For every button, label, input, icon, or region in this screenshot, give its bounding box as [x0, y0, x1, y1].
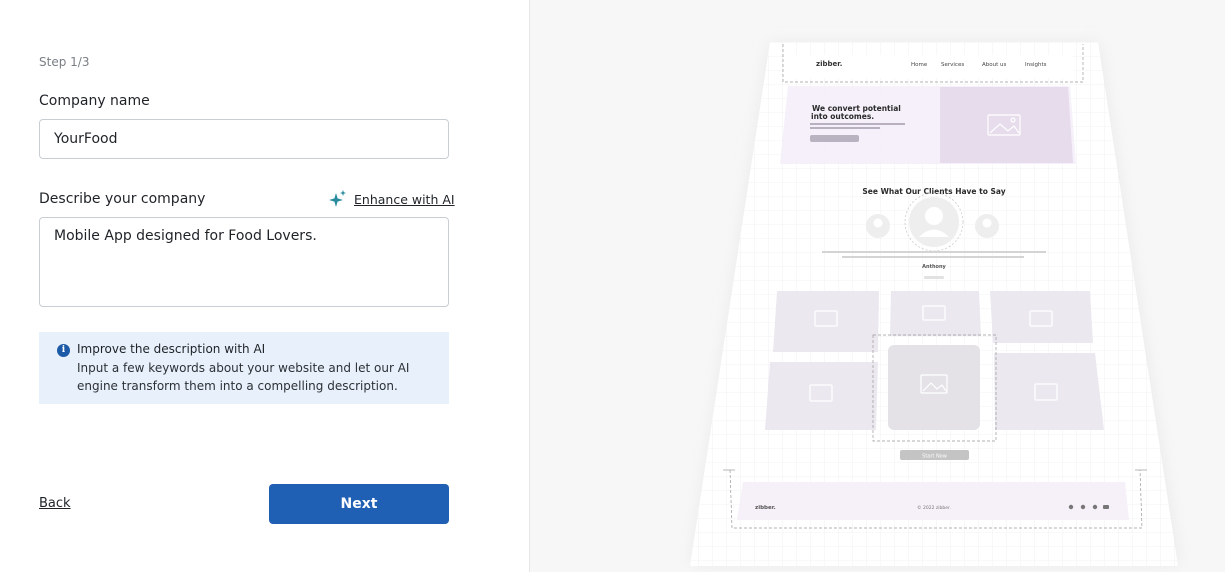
preview-gallery-image-2 — [890, 291, 981, 336]
info-title: Improve the description with AI — [77, 342, 266, 356]
preview-nav-services: Services — [941, 62, 964, 68]
preview-testimonials-title: See What Our Clients Have to Say — [862, 187, 1005, 196]
company-name-label: Company name — [39, 93, 150, 109]
preview-gallery-image-1 — [773, 291, 879, 352]
enhance-with-ai-label: Enhance with AI — [354, 191, 455, 207]
preview-hero-image — [940, 87, 1073, 163]
preview-nav-home: Home — [911, 62, 928, 68]
preview-logo: zibber. — [816, 60, 842, 68]
preview-testimonial-name: Anthony — [922, 264, 946, 270]
svg-text:Start Now: Start Now — [922, 454, 947, 460]
preview-footer-logo: zibber. — [755, 505, 776, 511]
preview-gallery-image-selected — [888, 345, 980, 430]
preview-nav-insights: Insights — [1025, 62, 1047, 68]
enhance-with-ai-link[interactable]: Enhance with AI — [329, 190, 455, 208]
preview-nav-about: About us — [982, 62, 1006, 68]
website-preview-panel: zibber. Home Services About us Insights … — [530, 0, 1225, 572]
describe-company-label: Describe your company — [39, 191, 206, 207]
info-body: Input a few keywords about your website … — [77, 361, 410, 393]
info-icon: i — [57, 344, 70, 357]
preview-hero-button — [810, 135, 859, 142]
sparkle-icon — [329, 190, 346, 207]
form-panel: Step 1/3 Company name YourFood Describe … — [0, 0, 530, 572]
back-link[interactable]: Back — [39, 496, 71, 511]
ai-info-box: i Improve the description with AI Input … — [39, 332, 449, 404]
website-preview: zibber. Home Services About us Insights … — [690, 42, 1178, 566]
preview-gallery-image-3 — [990, 291, 1093, 343]
preview-gallery-image-5 — [994, 353, 1104, 430]
company-description-textarea[interactable]: Mobile App designed for Food Lovers. — [39, 217, 449, 307]
company-name-input[interactable]: YourFood — [39, 119, 449, 159]
preview-footer-copyright: © 2022 zibber. — [917, 504, 951, 511]
step-indicator: Step 1/3 — [39, 55, 90, 69]
next-button[interactable]: Next — [269, 484, 449, 524]
preview-gallery-image-4 — [765, 362, 878, 430]
